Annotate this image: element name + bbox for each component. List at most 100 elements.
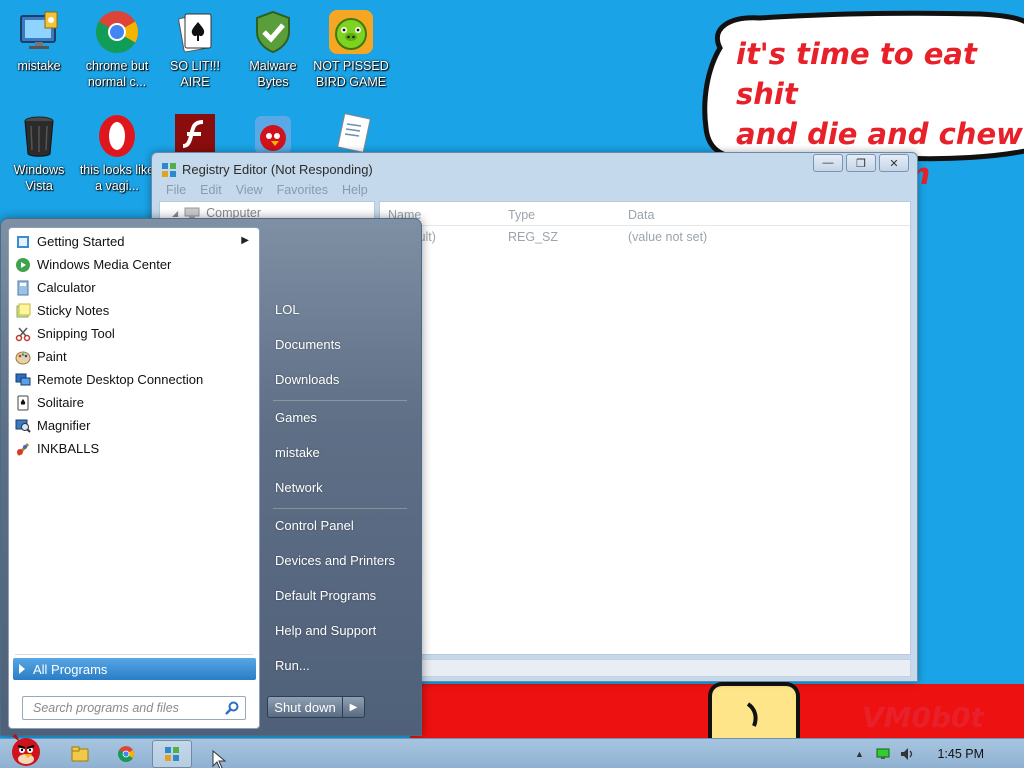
- place-lol[interactable]: LOL: [275, 299, 413, 321]
- program-label: INKBALLS: [37, 441, 100, 456]
- start-menu-programs-pane: Getting Started ▶ Windows Media Center C…: [8, 227, 260, 729]
- window-titlebar[interactable]: Registry Editor (Not Responding) — ❐ ✕: [160, 154, 909, 181]
- network-icon: [876, 748, 890, 759]
- start-menu-places-pane: LOL Documents Downloads Games mistake Ne…: [267, 219, 417, 729]
- program-inkballs[interactable]: INKBALLS: [9, 437, 259, 460]
- place-mistake[interactable]: mistake: [275, 442, 413, 464]
- window-title: Registry Editor (Not Responding): [182, 162, 373, 177]
- program-label: Getting Started: [37, 234, 125, 249]
- place-downloads[interactable]: Downloads: [275, 369, 413, 391]
- close-icon: ✕: [889, 157, 899, 170]
- place-documents[interactable]: Documents: [275, 334, 413, 356]
- program-windows-media-center[interactable]: Windows Media Center: [9, 253, 259, 276]
- getting-started-icon: [17, 235, 29, 248]
- program-sticky-notes[interactable]: Sticky Notes: [9, 299, 259, 322]
- all-programs-button[interactable]: All Programs: [13, 658, 256, 680]
- desktop-icon-solitaire[interactable]: SO LIT!!! AIRE: [156, 8, 234, 90]
- desktop-icon-chrome[interactable]: chrome but normal c...: [78, 8, 156, 90]
- desktop-icon-label: chrome but normal c...: [85, 59, 149, 89]
- solitaire-card-icon: [178, 13, 212, 53]
- desktop-icon-malwarebytes[interactable]: Malware Bytes: [234, 8, 312, 90]
- program-list: Getting Started ▶ Windows Media Center C…: [9, 230, 259, 460]
- program-solitaire[interactable]: Solitaire: [9, 391, 259, 414]
- program-remote-desktop[interactable]: Remote Desktop Connection: [9, 368, 259, 391]
- regedit-icon: [162, 163, 176, 177]
- menu-file[interactable]: File: [166, 183, 186, 197]
- mouse-cursor-icon: [212, 750, 227, 768]
- program-magnifier[interactable]: Magnifier: [9, 414, 259, 437]
- close-button[interactable]: ✕: [879, 154, 909, 172]
- network-tray-button[interactable]: [875, 746, 891, 762]
- angry-bird-start-icon: [12, 734, 40, 766]
- solitaire-icon: [17, 395, 29, 410]
- list-header: Name Type Data: [380, 202, 910, 226]
- desktop-icon-label: Windows Vista: [13, 163, 65, 193]
- show-hidden-icons-button[interactable]: ▲: [851, 746, 867, 762]
- desktop-icon-label: SO LIT!!! AIRE: [169, 59, 220, 89]
- search-placeholder: Search programs and files: [33, 701, 179, 715]
- desktop-icon-label: NOT PISSED BIRD GAME: [313, 59, 389, 89]
- shutdown-options-button[interactable]: ▶: [343, 696, 365, 718]
- desktop-icon-recycle-bin[interactable]: Windows Vista: [0, 112, 78, 194]
- menu-view[interactable]: View: [236, 183, 263, 197]
- green-pig-icon: [329, 10, 373, 54]
- table-row[interactable]: (Default) REG_SZ (value not set): [380, 230, 910, 248]
- place-help-support[interactable]: Help and Support: [275, 620, 413, 642]
- maximize-button[interactable]: ❐: [846, 154, 876, 172]
- chrome-icon: [118, 746, 134, 762]
- cell-data: (value not set): [628, 230, 708, 244]
- volume-tray-button[interactable]: [899, 746, 915, 762]
- drawing-stroke: [746, 702, 758, 727]
- submenu-arrow-icon: ▶: [241, 235, 249, 246]
- shutdown-button[interactable]: Shut down: [267, 696, 343, 718]
- program-label: Sticky Notes: [37, 303, 110, 318]
- taskbar-chrome[interactable]: [106, 740, 146, 768]
- taskbar-clock[interactable]: 1:45 PM: [937, 747, 984, 761]
- column-header-data[interactable]: Data: [628, 208, 654, 222]
- opera-icon: [99, 115, 135, 157]
- menu-edit[interactable]: Edit: [200, 183, 222, 197]
- start-button[interactable]: [2, 731, 50, 768]
- desktop-icon-bird-game[interactable]: NOT PISSED BIRD GAME: [312, 8, 390, 90]
- system-tray: ▲ 1:45 PM: [843, 739, 1024, 768]
- desktop-icon-opera[interactable]: this looks like a vagi...: [78, 112, 156, 194]
- cell-type: REG_SZ: [508, 230, 559, 244]
- column-header-type[interactable]: Type: [508, 208, 535, 222]
- shutdown-group: Shut down ▶: [267, 696, 365, 718]
- media-center-icon: [16, 257, 30, 272]
- minimize-icon: —: [822, 157, 834, 169]
- place-games[interactable]: Games: [275, 407, 413, 429]
- place-run[interactable]: Run...: [275, 655, 413, 677]
- place-devices-printers[interactable]: Devices and Printers: [275, 550, 413, 572]
- minimize-button[interactable]: —: [813, 154, 843, 172]
- program-snipping-tool[interactable]: Snipping Tool: [9, 322, 259, 345]
- taskbar-explorer[interactable]: [60, 740, 100, 768]
- chrome-icon: [95, 11, 139, 54]
- magnifier-icon: [15, 419, 31, 433]
- desktop-icon-mistake[interactable]: mistake: [0, 8, 78, 74]
- start-menu[interactable]: Getting Started ▶ Windows Media Center C…: [0, 218, 422, 736]
- expand-icon: ◢: [172, 208, 179, 218]
- chevron-right-icon: ▶: [349, 701, 358, 713]
- program-paint[interactable]: Paint: [9, 345, 259, 368]
- recycle-bin-icon: [24, 116, 54, 157]
- taskbar-regedit[interactable]: [152, 740, 192, 768]
- program-getting-started[interactable]: Getting Started ▶: [9, 230, 259, 253]
- search-input[interactable]: Search programs and files: [22, 696, 246, 720]
- place-network[interactable]: Network: [275, 477, 413, 499]
- menu-favorites[interactable]: Favorites: [277, 183, 328, 197]
- menu-help[interactable]: Help: [342, 183, 368, 197]
- restore-icon: ❐: [856, 157, 866, 170]
- monitor-icon: [20, 11, 58, 49]
- place-control-panel[interactable]: Control Panel: [275, 515, 413, 537]
- inkball-icon: [16, 442, 30, 456]
- program-label: Solitaire: [37, 395, 84, 410]
- program-calculator[interactable]: Calculator: [9, 276, 259, 299]
- program-label: Windows Media Center: [37, 257, 172, 272]
- taskbar: ▲ 1:45 PM: [0, 734, 1024, 768]
- place-default-programs[interactable]: Default Programs: [275, 585, 413, 607]
- search-icon[interactable]: [224, 700, 240, 716]
- regedit-icon: [165, 747, 179, 761]
- values-list[interactable]: Name Type Data (Default) REG_SZ (value n…: [379, 201, 911, 655]
- paint-palette-icon: [15, 351, 31, 364]
